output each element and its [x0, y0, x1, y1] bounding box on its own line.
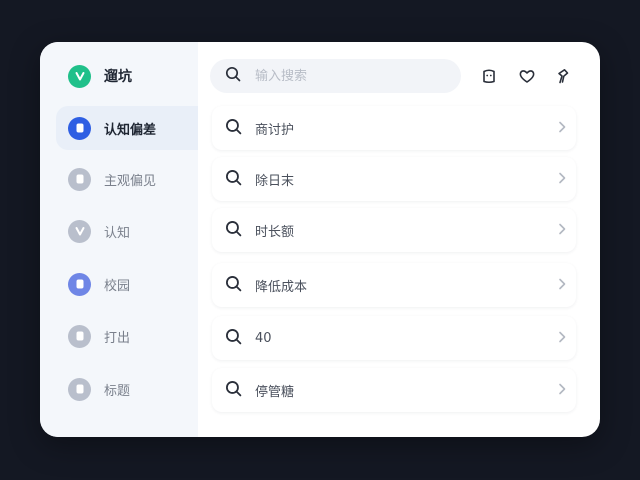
result-row[interactable]: 商讨护 — [212, 106, 576, 150]
result-row[interactable]: 除日末 — [212, 157, 576, 201]
search-input[interactable] — [253, 67, 437, 85]
search-icon — [225, 380, 242, 401]
sidebar-item-title[interactable]: 标题 — [56, 367, 198, 411]
search-icon — [225, 66, 241, 86]
sidebar-item-output[interactable]: 打出 — [56, 314, 198, 358]
result-label: 除日末 — [255, 173, 295, 189]
sidebar-item-label: 主观偏见 — [104, 173, 157, 189]
document-badge-icon — [68, 377, 91, 401]
search-icon — [225, 328, 242, 349]
result-row[interactable]: 40 — [212, 316, 576, 360]
search-icon — [225, 275, 242, 296]
result-row[interactable]: 降低成本 — [212, 263, 576, 307]
sidebar-item-label: 认知 — [104, 225, 131, 241]
result-label: 商讨护 — [255, 122, 295, 138]
document-badge-icon — [68, 167, 91, 191]
chevron-right-icon — [556, 381, 568, 400]
document-badge-icon — [68, 272, 91, 296]
search-icon — [225, 169, 242, 190]
result-label: 时长额 — [255, 224, 295, 240]
search-icon — [225, 220, 242, 241]
search-bar[interactable] — [210, 59, 461, 93]
chevron-right-icon — [556, 221, 568, 240]
document-badge-icon — [68, 324, 91, 348]
sidebar-item-campus[interactable]: 校园 — [56, 262, 198, 306]
result-label: 降低成本 — [255, 279, 308, 295]
result-row[interactable]: 时长额 — [212, 208, 576, 252]
result-label: 停管糖 — [255, 384, 295, 400]
check-badge-icon — [68, 219, 91, 243]
sidebar-item-label: 校园 — [104, 278, 131, 294]
sidebar-item-cognitive-bias[interactable]: 认知偏差 — [56, 106, 198, 150]
sidebar-item-label: 打出 — [104, 330, 131, 346]
sidebar-item-label: 标题 — [104, 383, 131, 399]
chevron-right-icon — [556, 329, 568, 348]
bag-icon[interactable] — [478, 65, 500, 87]
sidebar: 遛坑 认知偏差 主观偏见 认知 校园 打出 标题 — [40, 42, 198, 437]
sidebar-item-label: 认知偏差 — [104, 122, 157, 138]
brand: 遛坑 — [68, 64, 132, 88]
sidebar-item-cognition[interactable]: 认知 — [56, 209, 198, 253]
heart-icon[interactable] — [516, 65, 538, 87]
check-badge-icon — [68, 64, 91, 88]
chevron-right-icon — [556, 170, 568, 189]
chevron-right-icon — [556, 276, 568, 295]
app-window: 遛坑 认知偏差 主观偏见 认知 校园 打出 标题 输入搜索 商讨护 除日末 时长… — [40, 42, 600, 437]
pin-icon[interactable] — [552, 65, 574, 87]
sidebar-item-subjective-bias[interactable]: 主观偏见 — [56, 157, 198, 201]
result-row[interactable]: 停管糖 — [212, 368, 576, 412]
search-icon — [225, 118, 242, 139]
brand-title: 遛坑 — [104, 69, 132, 85]
chevron-right-icon — [556, 119, 568, 138]
result-label: 40 — [255, 330, 272, 346]
document-badge-icon — [68, 116, 91, 140]
